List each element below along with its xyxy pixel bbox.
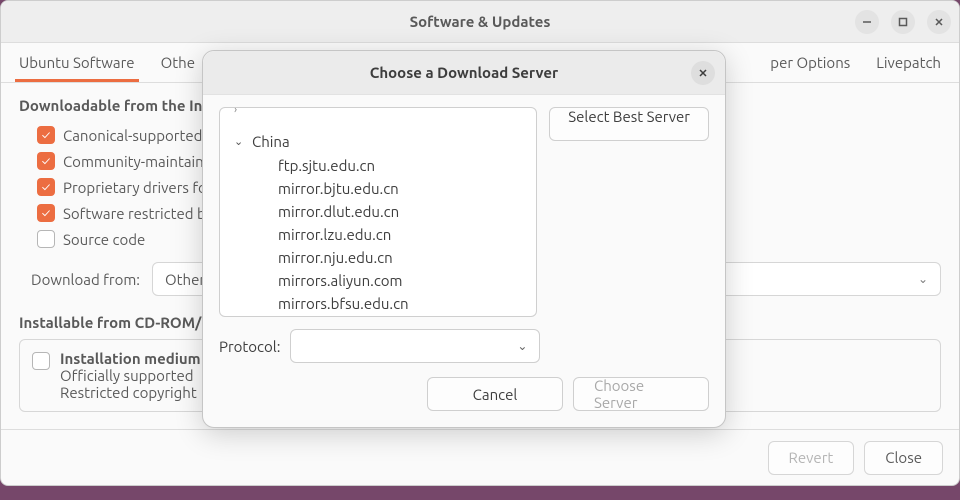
modal-titlebar: Choose a Download Server bbox=[203, 51, 725, 95]
server-item[interactable]: mirror.bjtu.edu.cn bbox=[220, 177, 536, 200]
protocol-label: Protocol: bbox=[219, 338, 280, 355]
chevron-down-icon: ⌄ bbox=[517, 339, 527, 353]
cancel-button[interactable]: Cancel bbox=[427, 377, 563, 411]
server-country-label: China bbox=[252, 133, 290, 150]
modal-close-button[interactable] bbox=[691, 61, 715, 85]
server-item[interactable]: mirrors.bfsu.edu.cn bbox=[220, 292, 536, 315]
server-item[interactable]: mirrors.aliyun.com bbox=[220, 269, 536, 292]
server-item[interactable]: mirror.dlut.edu.cn bbox=[220, 200, 536, 223]
server-country-prev[interactable]: › x bbox=[220, 110, 536, 129]
server-item[interactable]: ftp.sjtu.edu.cn bbox=[220, 154, 536, 177]
server-country-china[interactable]: ⌄ China bbox=[220, 129, 536, 154]
modal-footer: Cancel Choose Server bbox=[203, 363, 725, 427]
server-item[interactable]: mirror.nju.edu.cn bbox=[220, 246, 536, 269]
modal-title: Choose a Download Server bbox=[370, 64, 558, 81]
server-item[interactable]: mirror.lzu.edu.cn bbox=[220, 223, 536, 246]
select-best-server-button[interactable]: Select Best Server bbox=[549, 107, 709, 141]
chevron-down-icon: ⌄ bbox=[234, 135, 248, 148]
choose-server-button: Choose Server bbox=[573, 377, 709, 411]
modal-body: › x ⌄ China ftp.sjtu.edu.cn mirror.bjtu.… bbox=[203, 95, 725, 317]
server-tree[interactable]: › x ⌄ China ftp.sjtu.edu.cn mirror.bjtu.… bbox=[219, 107, 537, 317]
modal-side: Select Best Server bbox=[549, 107, 709, 317]
choose-server-dialog: Choose a Download Server › x ⌄ China ftp… bbox=[202, 50, 726, 428]
protocol-row: Protocol: ⌄ bbox=[203, 317, 725, 363]
protocol-combo[interactable]: ⌄ bbox=[290, 329, 540, 363]
